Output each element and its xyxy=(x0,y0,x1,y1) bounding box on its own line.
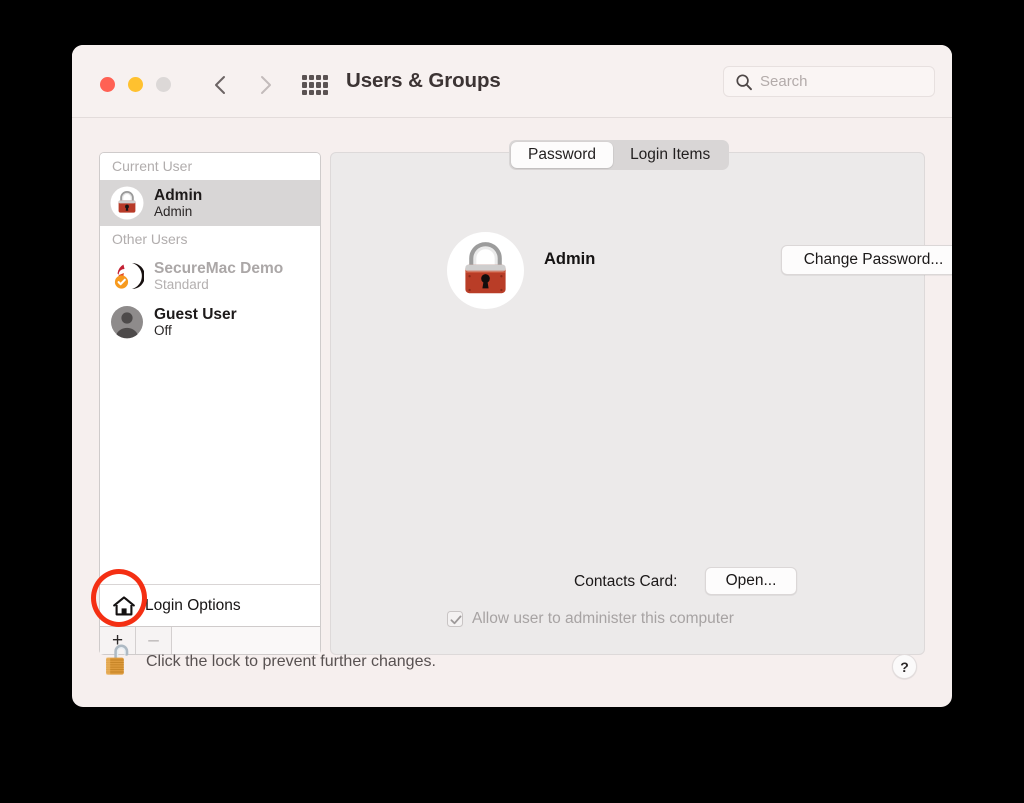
back-button[interactable] xyxy=(206,70,234,100)
sidebar-group-header-current-user: Current User xyxy=(100,153,320,180)
sidebar-item-name: SecureMac Demo xyxy=(154,260,283,277)
sidebar-item-text: Guest User Off xyxy=(154,306,237,338)
users-list-sidebar[interactable]: Current User Admin Admin Other Users xyxy=(99,152,321,611)
tab-password[interactable]: Password xyxy=(511,142,613,168)
password-pane: Admin Change Password... Contacts Card: … xyxy=(330,152,925,655)
show-all-grid-icon[interactable] xyxy=(302,75,328,95)
search-input[interactable] xyxy=(760,67,926,96)
sidebar-item-role: Admin xyxy=(154,204,202,219)
contacts-card-open-button[interactable]: Open... xyxy=(705,567,797,595)
login-options-label: Login Options xyxy=(145,597,241,615)
remove-user-button[interactable]: – xyxy=(136,627,172,654)
minimize-window-button[interactable] xyxy=(128,77,143,92)
account-name: Admin xyxy=(544,250,595,269)
sidebar-item-text: Admin Admin xyxy=(154,187,202,219)
sidebar-item-role: Standard xyxy=(154,277,283,292)
sidebar-item-guest-user[interactable]: Guest User Off xyxy=(100,299,320,345)
checkmark-icon xyxy=(449,613,463,627)
sidebar-item-role: Off xyxy=(154,323,237,338)
forward-button[interactable] xyxy=(252,70,280,100)
home-icon xyxy=(112,595,136,617)
window-titlebar: Users & Groups xyxy=(72,45,952,118)
allow-admin-label: Allow user to administer this computer xyxy=(472,610,734,628)
sidebar-item-name: Admin xyxy=(154,187,202,204)
system-preferences-window: Users & Groups Current User xyxy=(72,45,952,707)
sidebar-item-login-options[interactable]: Login Options xyxy=(99,584,321,626)
unlocked-padlock-icon[interactable] xyxy=(104,641,134,677)
person-silhouette-icon xyxy=(110,305,144,339)
search-field[interactable] xyxy=(723,66,935,97)
red-padlock-icon xyxy=(110,186,144,220)
zoom-window-button[interactable] xyxy=(156,77,171,92)
sidebar-item-text: SecureMac Demo Standard xyxy=(154,260,283,292)
change-password-button[interactable]: Change Password... xyxy=(781,245,952,275)
allow-admin-checkbox[interactable] xyxy=(447,611,463,627)
close-window-button[interactable] xyxy=(100,77,115,92)
toolbar-filler xyxy=(172,627,320,654)
lock-status-text: Click the lock to prevent further change… xyxy=(146,653,436,671)
sidebar-item-admin[interactable]: Admin Admin xyxy=(100,180,320,226)
tab-bar: Password Login Items xyxy=(509,140,729,170)
sidebar-group-header-other-users: Other Users xyxy=(100,226,320,253)
page-title: Users & Groups xyxy=(346,69,501,93)
sidebar-item-securemac-demo[interactable]: SecureMac Demo Standard xyxy=(100,253,320,299)
allow-admin-row: Allow user to administer this computer xyxy=(447,610,734,628)
red-padlock-icon[interactable] xyxy=(447,232,524,309)
tab-login-items[interactable]: Login Items xyxy=(613,142,727,168)
contacts-card-label: Contacts Card: xyxy=(574,573,677,591)
sidebar-item-name: Guest User xyxy=(154,306,237,323)
securemac-logo-icon xyxy=(110,259,144,293)
help-button[interactable]: ? xyxy=(892,654,917,679)
search-icon xyxy=(735,73,753,91)
